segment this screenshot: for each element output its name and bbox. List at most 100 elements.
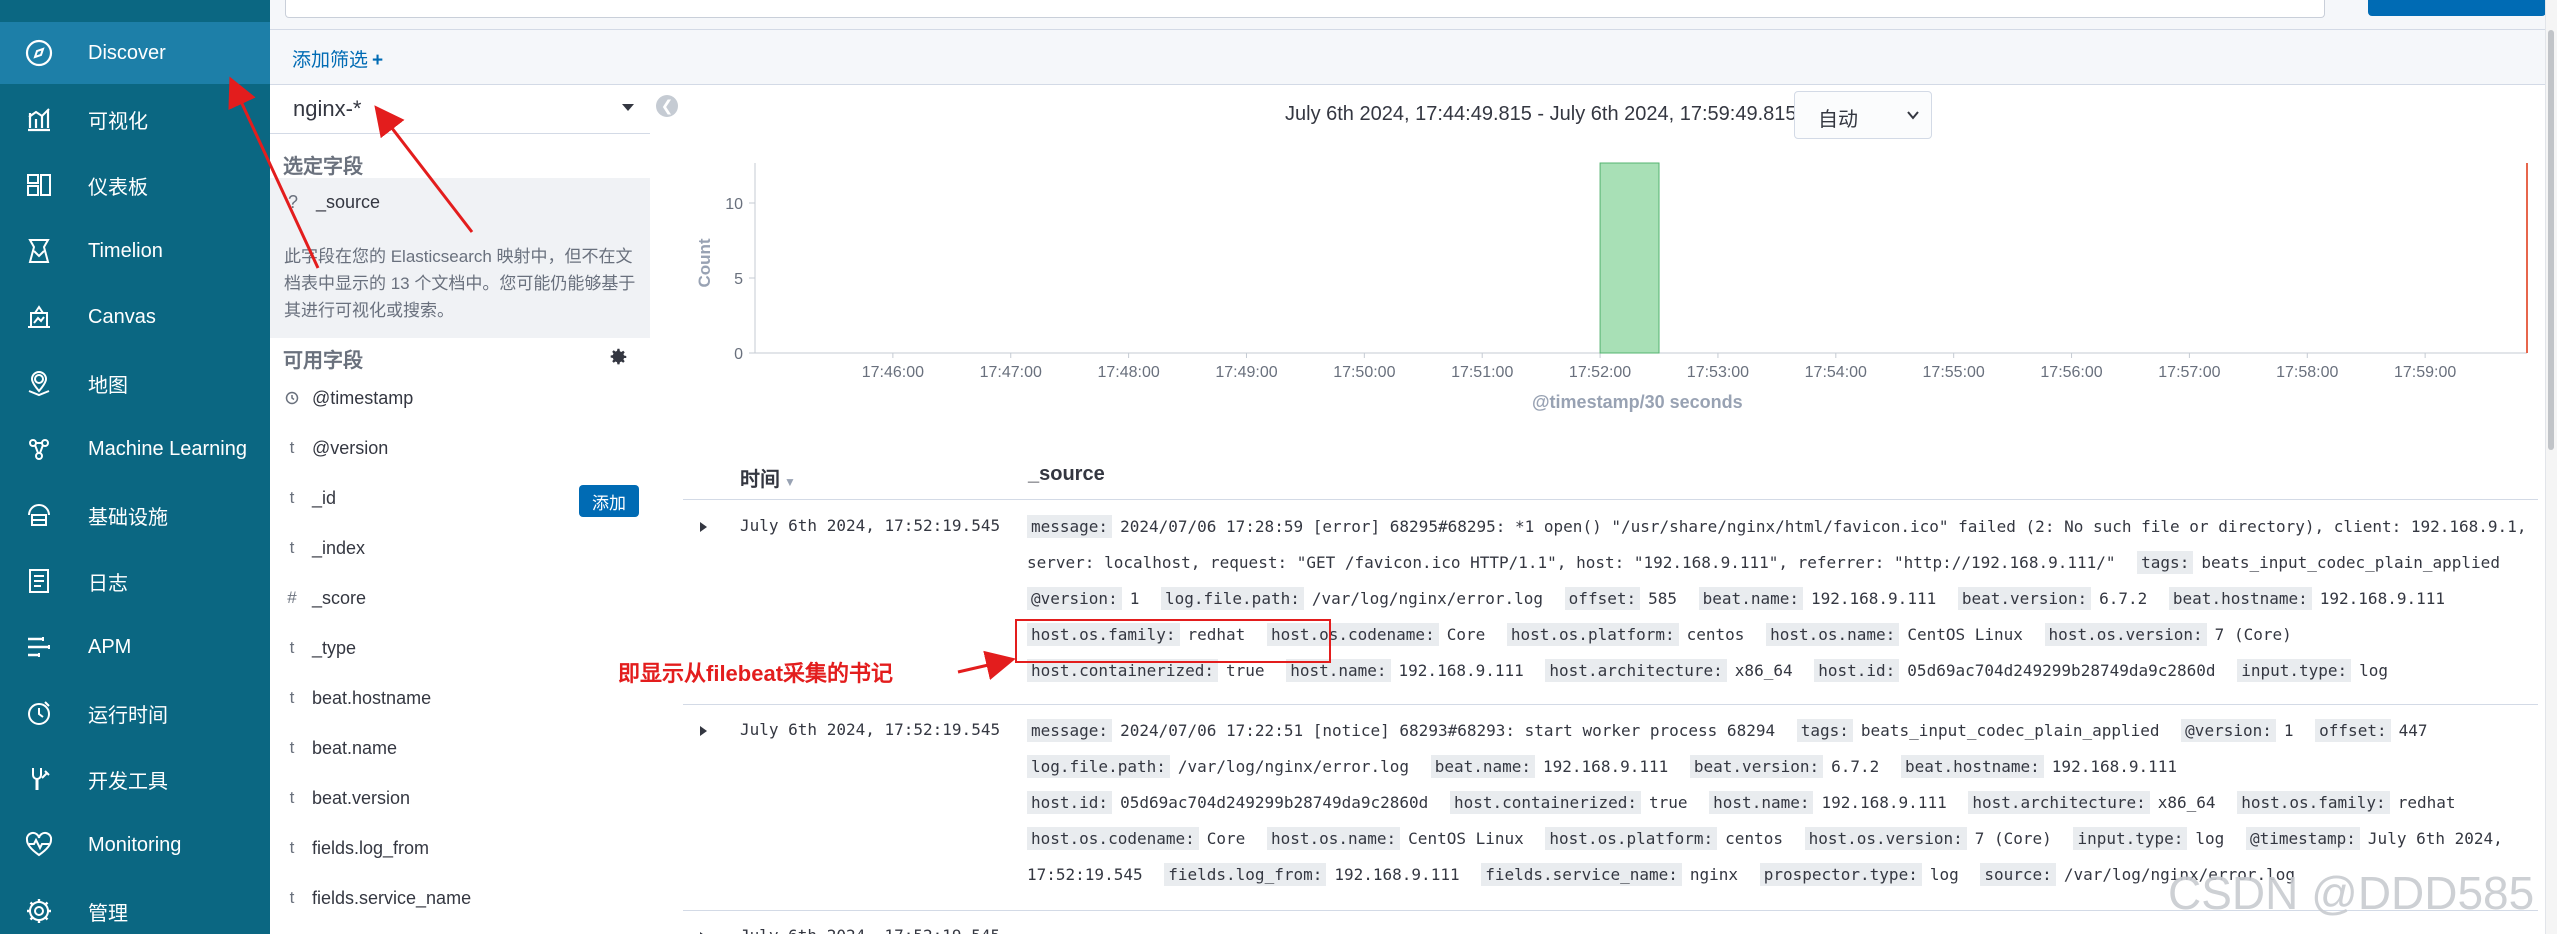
nav-item-gear[interactable]: 管理 (0, 880, 270, 934)
selected-field-name: _source (316, 192, 381, 212)
string-type-icon: t (289, 688, 295, 707)
field-name: @version (312, 438, 389, 458)
arrow-to-hostname (957, 650, 1016, 681)
nav-item-compass[interactable]: Discover (0, 22, 270, 84)
refresh-button[interactable] (2368, 0, 2546, 16)
field-item[interactable]: t beat.version (270, 778, 650, 822)
string-type-icon: t (289, 838, 295, 857)
field-value: 2024/07/06 17:22:51 [notice] 68293#68293… (1120, 721, 1776, 740)
nav-item-label: Timelion (88, 239, 163, 262)
field-item[interactable]: t beat.name (270, 728, 650, 772)
field-value: 192.168.9.111 (1398, 661, 1524, 680)
map-icon (22, 366, 56, 400)
column-header-time[interactable]: 时间 ▼ (740, 463, 796, 492)
string-type-icon: t (289, 888, 295, 907)
field-value: beats_input_codec_plain_applied (2201, 553, 2500, 572)
field-item[interactable]: t @version (270, 428, 650, 472)
nav-item-apm[interactable]: APM (0, 616, 270, 678)
field-key: prospector.type: (1759, 863, 1922, 886)
time-range-label: July 6th 2024, 17:44:49.815 - July 6th 2… (1285, 103, 1823, 125)
unknown-type-icon: ? (288, 192, 299, 212)
nav-item-label: APM (88, 635, 132, 658)
collapse-sidebar-icon[interactable]: ❮ (656, 95, 678, 117)
field-value: 05d69ac704d249299b28749da9c2860d (1907, 661, 2216, 680)
field-value: x86_64 (2157, 793, 2216, 812)
field-key: fields.log_from: (1164, 863, 1327, 886)
field-value: beats_input_codec_plain_applied (1860, 721, 2160, 740)
canvas-icon (22, 300, 56, 334)
nav-item-visualize[interactable]: 可视化 (0, 88, 270, 150)
nav-item-dashboard[interactable]: 仪表板 (0, 154, 270, 216)
x-tick-label: 17:58:00 (2276, 364, 2338, 381)
string-type-icon: t (289, 788, 295, 807)
x-tick-label: 17:46:00 (862, 364, 924, 381)
string-type-icon: t (289, 638, 295, 657)
field-key: tags: (1796, 719, 1853, 742)
timelion-icon (22, 234, 56, 268)
x-tick-label: 17:52:00 (1569, 364, 1631, 381)
field-key: tags: (2137, 551, 2194, 574)
scrollbar-thumb[interactable] (2548, 30, 2554, 450)
x-tick-label: 17:56:00 (2040, 364, 2102, 381)
histogram-bar (1599, 162, 1660, 354)
y-tick-label: 0 (734, 346, 743, 363)
x-tick-label: 17:59:00 (2394, 364, 2456, 381)
watermark: CSDN @DDD585 (2168, 867, 2535, 919)
nav-item-label: 可视化 (88, 110, 148, 133)
y-tick-label: 10 (725, 196, 743, 213)
nav-item-label: 日志 (88, 572, 128, 595)
field-item[interactable]: t _index (270, 528, 650, 572)
nav-item-dev-tools[interactable]: 开发工具 (0, 748, 270, 810)
field-item[interactable]: t _type (270, 628, 650, 672)
field-key: input.type: (2237, 659, 2352, 682)
nav-item-uptime[interactable]: 运行时间 (0, 682, 270, 744)
highlight-box (1015, 619, 1331, 663)
sort-icon[interactable]: ▼ (784, 475, 796, 489)
field-item[interactable]: # _score (270, 578, 650, 622)
string-type-icon: t (289, 538, 295, 557)
field-key: host.id: (1814, 659, 1900, 682)
gear-icon[interactable] (607, 346, 629, 368)
field-item[interactable]: t fields.service_name (270, 878, 650, 922)
field-item[interactable]: t fields.log_from (270, 828, 650, 872)
nav-item-timelion[interactable]: Timelion (0, 220, 270, 282)
add-filter-link[interactable]: 添加筛选 + (292, 45, 383, 72)
x-tick-label: 17:49:00 (1215, 364, 1277, 381)
nav-item-machine-learning[interactable]: Machine Learning (0, 418, 270, 480)
field-key: log.file.path: (1027, 755, 1170, 778)
field-value: true (1648, 793, 1688, 812)
nav-item-logs[interactable]: 日志 (0, 550, 270, 612)
field-value: centos (1686, 625, 1745, 644)
field-value: 7 (Core) (2214, 625, 2292, 644)
apm-icon (22, 630, 56, 664)
field-value: CentOS Linux (1408, 829, 1524, 848)
dashboard-icon (22, 168, 56, 202)
x-tick-label: 17:55:00 (1923, 364, 1985, 381)
field-value: 192.168.9.111 (1821, 793, 1947, 812)
field-value: 1 (1129, 589, 1140, 608)
clock-icon (284, 388, 300, 410)
expand-row-icon[interactable] (700, 522, 707, 532)
field-key: @version: (2181, 719, 2276, 742)
field-name: beat.hostname (312, 688, 432, 708)
field-key: log.file.path: (1160, 587, 1304, 610)
x-tick-label: 17:47:00 (980, 364, 1042, 381)
field-value: 447 (2398, 721, 2428, 740)
nav-item-infrastructure[interactable]: 基础设施 (0, 484, 270, 546)
expand-row-icon[interactable] (700, 726, 707, 736)
nav-item-monitoring[interactable]: Monitoring (0, 814, 270, 876)
chevron-down-icon (1907, 111, 1919, 120)
field-key: host.os.platform: (1545, 827, 1718, 850)
infrastructure-icon (22, 498, 56, 532)
uptime-icon (22, 696, 56, 730)
search-input[interactable] (285, 0, 2325, 18)
field-key: message: (1027, 515, 1113, 538)
source-field-note: 此字段在您的 Elasticsearch 映射中，但不在文档表中显示的 13 个… (284, 247, 636, 320)
add-field-button[interactable]: 添加 (579, 485, 639, 517)
selected-field-source[interactable]: ? _source (288, 192, 380, 213)
nav-item-map[interactable]: 地图 (0, 352, 270, 414)
field-key: host.architecture: (1545, 659, 1727, 682)
nav-item-canvas[interactable]: Canvas (0, 286, 270, 348)
field-item[interactable]: t beat.hostname (270, 678, 650, 722)
field-item[interactable]: @timestamp (270, 378, 650, 422)
